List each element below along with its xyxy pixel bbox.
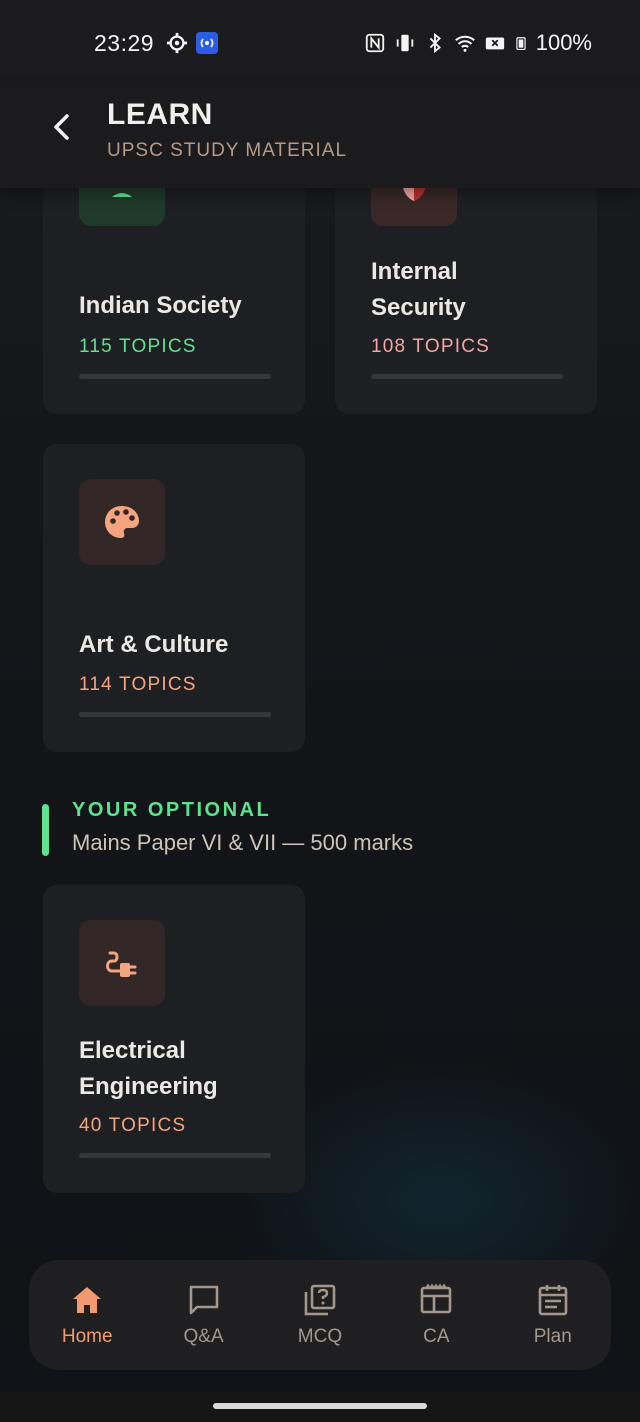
chevron-left-icon: [54, 114, 69, 140]
section-heading: YOUR OPTIONAL: [72, 799, 272, 821]
question-icon: [304, 1284, 336, 1316]
gear-icon: [166, 32, 188, 54]
cast-icon: [196, 32, 218, 54]
status-icons: 100%: [364, 30, 592, 56]
status-bar: 23:29 100%: [0, 0, 640, 86]
section-accent-bar: [42, 804, 49, 856]
calendar-icon: [538, 1285, 568, 1316]
nfc-icon: [365, 33, 384, 53]
card-topic-count: 108 TOPICS: [371, 336, 491, 357]
subject-card-electrical-engineering[interactable]: Electrical Engineering 40 TOPICS: [43, 885, 305, 1193]
progress-bar: [79, 1153, 271, 1158]
chat-icon: [189, 1285, 218, 1315]
card-topic-count: 115 TOPICS: [79, 336, 197, 357]
card-topic-count: 40 TOPICS: [79, 1115, 187, 1136]
status-time: 23:29: [94, 30, 155, 56]
nav-label: Q&A: [183, 1326, 224, 1347]
app-header: LEARN UPSC STUDY MATERIAL: [0, 86, 640, 188]
no-sim-icon: [485, 37, 504, 50]
bottom-navigation: Home Q&A MCQ CA Plan: [29, 1260, 611, 1370]
battery-icon: [516, 37, 526, 50]
nav-label: Plan: [533, 1326, 572, 1347]
gesture-handle[interactable]: [213, 1403, 427, 1409]
wifi-icon: [454, 35, 475, 52]
back-button[interactable]: [44, 110, 78, 144]
home-icon: [73, 1287, 102, 1313]
nav-item-mcq[interactable]: MCQ: [270, 1282, 370, 1348]
progress-bar: [371, 374, 563, 379]
nav-item-ca[interactable]: CA: [386, 1282, 486, 1348]
nav-item-home[interactable]: Home: [37, 1282, 137, 1348]
card-topic-count: 114 TOPICS: [79, 674, 197, 695]
vibrate-icon: [396, 34, 413, 52]
nav-label: MCQ: [297, 1326, 343, 1347]
progress-bar: [79, 374, 271, 379]
bluetooth-icon: [429, 32, 441, 54]
page-title: LEARN: [107, 98, 213, 131]
nav-label: CA: [423, 1326, 450, 1347]
newspaper-icon: [421, 1283, 452, 1314]
nav-item-plan[interactable]: Plan: [503, 1282, 603, 1348]
card-title: Indian Society: [79, 292, 242, 319]
learn-screen: 23:29 100% LEARN UPSC STUDY MATERIAL Ind…: [0, 0, 640, 1422]
plug-icon: [79, 920, 165, 1006]
card-title: Electrical Engineering: [79, 1037, 218, 1100]
card-title: Internal Security: [371, 258, 466, 321]
section-subheading: Mains Paper VI & VII — 500 marks: [72, 830, 414, 855]
battery-percent: 100%: [535, 30, 592, 55]
card-title: Art & Culture: [79, 631, 229, 658]
progress-bar: [79, 712, 271, 717]
subject-card-art-culture[interactable]: Art & Culture 114 TOPICS: [43, 444, 305, 752]
nav-label: Home: [61, 1326, 113, 1347]
palette-icon: [79, 479, 165, 565]
page-subtitle: UPSC STUDY MATERIAL: [107, 140, 348, 161]
nav-item-qa[interactable]: Q&A: [154, 1282, 254, 1348]
